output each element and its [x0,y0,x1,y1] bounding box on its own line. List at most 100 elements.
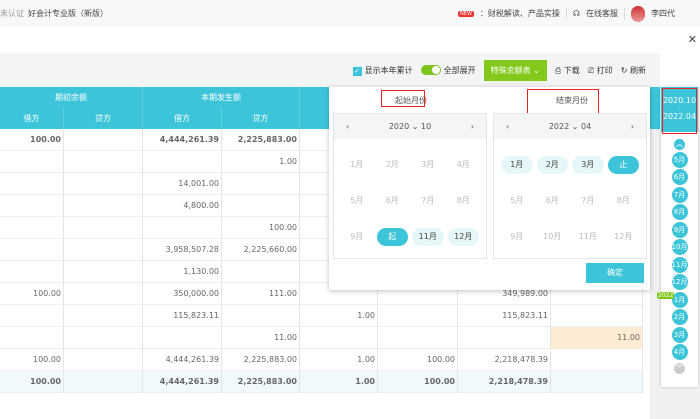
month-cell[interactable]: 12月 [447,228,479,246]
table-cell: 111.00 [222,283,300,305]
table-cell [143,217,222,239]
month-range-picker: 起始月份 结束月份 ‹ 2020 ⌄ 10 › 1月 2月 3月 4月 5月 6月 7月 8月 9月… [329,87,650,290]
table-cell: 14,001.00 [143,173,222,195]
table-cell: 11.00 [222,327,300,349]
month-cell[interactable]: 12月 [608,228,640,246]
next-year-button[interactable]: › [631,122,634,131]
month-cell[interactable]: 6月 [377,192,409,210]
sidebar-month[interactable]: 5月 [671,151,688,168]
month-cell[interactable]: 9月 [501,228,533,246]
toolbar: ✓ 显示本年累计 全部展开 特殊余额表 ⌄ ⎙ 下载 ⎚ 打印 ↻ 刷新 [0,53,660,87]
new-badge: NEW [458,10,474,17]
month-cell[interactable]: 10月 [537,228,569,246]
sidebar-month[interactable]: 4月 [671,344,688,360]
header-period-amount: 本期发生额 [143,87,300,108]
month-cell[interactable]: 2月 [377,156,409,174]
table-cell [64,261,143,283]
next-year-button[interactable]: › [471,122,474,131]
month-cell[interactable]: 5月 [341,192,373,210]
month-cell[interactable]: 止 [607,156,639,174]
table-row[interactable]: 100.00 4,444,261.39 2,225,883.00 1.00 100.00… [0,349,643,371]
table-cell: 350,000.00 [143,283,222,305]
print-button[interactable]: ⎚ 打印 [588,65,613,76]
special-balance-button[interactable]: 特殊余额表 ⌄ [483,59,547,81]
sidebar-month[interactable]: 8月 [671,204,688,220]
table-cell [64,217,143,239]
month-cell[interactable]: 1月 [341,156,373,174]
sidebar-month[interactable]: 10月 [671,239,688,255]
refresh-icon: ↻ [620,65,628,75]
sidebar-month[interactable]: 2月 [671,309,688,325]
month-cell[interactable]: 7月 [572,192,604,210]
month-cell[interactable]: 6月 [537,192,569,210]
avatar[interactable] [631,5,645,22]
refresh-button[interactable]: ↻ 刷新 [621,65,646,76]
sidebar-month[interactable]: 9月 [671,221,688,238]
table-cell [0,239,64,261]
table-cell [0,217,64,239]
start-calendar: ‹ 2020 ⌄ 10 › 1月 2月 3月 4月 5月 6月 7月 8月 9月起 11月 12月 [333,113,487,259]
month-cell[interactable]: 11月 [412,228,444,246]
download-button[interactable]: ⎙ 下载 [555,65,580,76]
table-cell: 4,444,261.39 [143,371,222,393]
month-cell[interactable]: 8月 [448,192,480,210]
table-cell: 11.00 [551,327,643,349]
table-cell: 1.00 [300,349,378,371]
sidebar-month[interactable]: 6月 [671,169,688,185]
table-cell [222,261,300,283]
sidebar-month[interactable]: 7月 [671,186,688,203]
headset-icon: ☊ [572,9,580,18]
show-year-total-checkbox[interactable]: ✓ 显示本年累计 [352,65,413,76]
download-icon: ⎙ [554,65,562,75]
annotation-box [381,90,425,107]
news-link[interactable]: ：财税解读、产品实操 [480,8,560,19]
month-cell[interactable]: 2月 [536,156,568,174]
year-month-select[interactable]: 2022 ⌄ 04 [549,122,591,131]
month-cell[interactable]: 9月 [341,228,373,246]
table-cell [143,151,222,173]
close-icon[interactable]: ✕ [688,33,697,46]
button-label: 特殊余额表 [490,65,531,75]
scroll-up-icon[interactable]: ︽ [674,139,685,150]
checkbox-label: 显示本年累计 [364,65,413,75]
table-cell: 115,823.11 [458,305,551,327]
support-link[interactable]: 在线客服 [586,8,618,19]
auth-status[interactable]: 未认证 [0,8,24,19]
prev-year-button[interactable]: ‹ [346,122,349,131]
table-cell: 1.00 [300,371,378,393]
table-cell [222,195,300,217]
table-cell [64,239,143,261]
sidebar-month[interactable]: 3月 [671,326,688,343]
table-cell: 100.00 [378,349,458,371]
print-icon: ⎚ [587,65,595,75]
button-label: 刷新 [630,65,646,75]
user-name[interactable]: 李四代 [651,8,675,19]
table-cell [0,151,64,173]
year-month-select[interactable]: 2020 ⌄ 10 [389,122,431,131]
toggle-switch[interactable] [420,65,441,75]
month-cell[interactable]: 7月 [412,192,444,210]
sidebar-month[interactable]: 12月 [671,274,688,290]
annotation-box [527,89,599,115]
tab-bar [0,27,700,53]
table-cell: 115,823.11 [143,305,222,327]
month-cell[interactable]: 3月 [412,156,444,174]
expand-all-toggle[interactable]: 全部展开 [420,65,476,76]
month-cell[interactable]: 1月 [501,156,533,174]
month-cell[interactable]: 5月 [501,192,533,210]
table-row[interactable]: 11.00 11.00 [0,327,643,349]
confirm-button[interactable]: 确定 [586,263,644,283]
prev-year-button[interactable]: ‹ [506,122,509,131]
month-cell[interactable]: 3月 [572,156,604,174]
month-cell[interactable]: 起 [376,228,408,246]
scroll-down-icon[interactable]: ︾ [674,363,685,374]
table-row[interactable]: 100.00 4,444,261.39 2,225,883.00 1.00 100.00… [0,371,643,393]
table-row[interactable]: 115,823.11 1.00 115,823.11 [0,305,643,327]
month-cell[interactable]: 11月 [572,228,604,246]
table-cell [222,173,300,195]
month-cell[interactable]: 8月 [608,192,640,210]
table-cell: 4,444,261.39 [143,129,222,151]
month-cell[interactable]: 4月 [448,156,480,174]
sidebar-month[interactable]: 11月 [671,256,688,273]
table-cell [222,305,300,327]
